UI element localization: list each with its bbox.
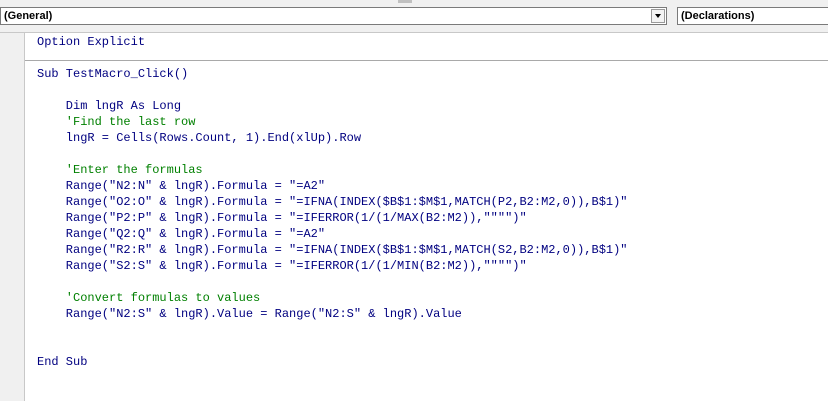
code-line-range-s[interactable]: Range("S2:S" & lngR).Formula = "=IFERROR… [37,258,527,274]
code-comment-formulas[interactable]: 'Enter the formulas [37,162,203,178]
code-comment-last-row[interactable]: 'Find the last row [37,114,196,130]
code-window-toolbar: (General) (Declarations) [0,0,828,33]
chevron-down-icon [655,14,661,18]
code-line-lngr-assign[interactable]: lngR = Cells(Rows.Count, 1).End(xlUp).Ro… [37,130,361,146]
code-line-range-q[interactable]: Range("Q2:Q" & lngR).Formula = "=A2" [37,226,325,242]
procedure-dropdown-label: (Declarations) [681,10,755,22]
code-editor[interactable]: Option Explicit Sub TestMacro_Click() Di… [25,33,828,401]
code-line-range-r[interactable]: Range("R2:R" & lngR).Formula = "=IFNA(IN… [37,242,628,258]
code-line-dim[interactable]: Dim lngR As Long [37,98,181,114]
code-line-end-sub[interactable]: End Sub [37,354,87,370]
code-margin [0,33,25,401]
code-comment-convert[interactable]: 'Convert formulas to values [37,290,260,306]
object-dropdown[interactable]: (General) [0,7,667,25]
code-line-range-p[interactable]: Range("P2:P" & lngR).Formula = "=IFERROR… [37,210,527,226]
code-line-sub-declaration[interactable]: Sub TestMacro_Click() [37,66,188,82]
procedure-separator [25,60,828,61]
object-dropdown-button[interactable] [651,9,665,23]
object-dropdown-label: (General) [4,10,53,22]
code-line-range-n[interactable]: Range("N2:N" & lngR).Formula = "=A2" [37,178,325,194]
code-line-range-o[interactable]: Range("O2:O" & lngR).Formula = "=IFNA(IN… [37,194,628,210]
code-line-option-explicit[interactable]: Option Explicit [37,34,145,50]
code-line-value[interactable]: Range("N2:S" & lngR).Value = Range("N2:S… [37,306,462,322]
procedure-dropdown[interactable]: (Declarations) [677,7,828,25]
window-grip [398,0,412,3]
